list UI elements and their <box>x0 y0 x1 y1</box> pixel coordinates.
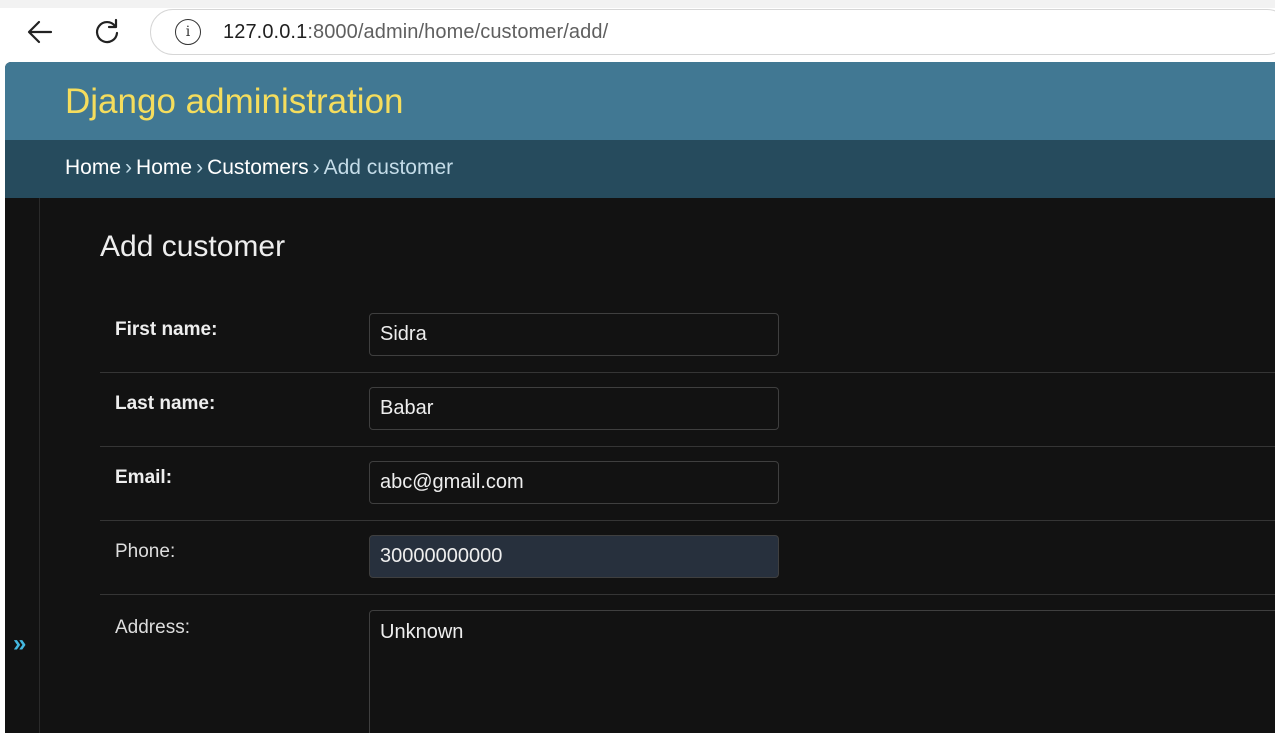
info-icon[interactable]: i <box>175 19 201 45</box>
form-row-phone: Phone: <box>100 521 1275 595</box>
address-bar[interactable]: i 127.0.0.1:8000/admin/home/customer/add… <box>150 9 1275 55</box>
breadcrumb-current: Add customer <box>323 156 454 179</box>
address-textarea[interactable]: Unknown <box>369 610 1275 733</box>
form-row-email: Email: <box>100 447 1275 521</box>
sidebar-toggle-icon[interactable]: » <box>13 630 26 658</box>
url-text[interactable]: 127.0.0.1:8000/admin/home/customer/add/ <box>223 21 608 44</box>
breadcrumb-separator: › <box>125 156 133 179</box>
reload-icon <box>95 18 119 44</box>
url-host: 127.0.0.1 <box>223 20 308 43</box>
address-label: Address: <box>115 617 190 638</box>
django-admin: Django administration Home › Home › Customer… <box>5 62 1275 733</box>
nav-sidebar: » <box>5 198 40 733</box>
form-row-last-name: Last name: <box>100 373 1275 447</box>
first-name-label: First name: <box>115 319 218 340</box>
main-content: Add customer First name: Last name: Emai… <box>100 198 1275 733</box>
admin-header: Django administration <box>5 62 1275 140</box>
breadcrumb-customers[interactable]: Customers <box>207 156 309 179</box>
reload-button[interactable] <box>89 14 125 50</box>
url-path: :8000/admin/home/customer/add/ <box>307 20 609 43</box>
breadcrumb-app-home[interactable]: Home <box>136 156 192 179</box>
phone-input[interactable] <box>369 535 779 578</box>
breadcrumb: Home › Home › Customers › Add customer <box>5 140 1275 198</box>
back-button[interactable] <box>22 14 58 50</box>
email-input[interactable] <box>369 461 779 504</box>
breadcrumb-separator: › <box>312 156 320 179</box>
phone-label: Phone: <box>115 541 176 562</box>
last-name-input[interactable] <box>369 387 779 430</box>
site-brand[interactable]: Django administration <box>65 82 404 122</box>
page-title: Add customer <box>100 230 286 263</box>
first-name-input[interactable] <box>369 313 779 356</box>
form-row-first-name: First name: <box>100 299 1275 373</box>
breadcrumb-home[interactable]: Home <box>65 156 121 179</box>
form-row-address: Address: Unknown <box>100 595 1275 733</box>
last-name-label: Last name: <box>115 393 216 414</box>
browser-toolbar: i 127.0.0.1:8000/admin/home/customer/add… <box>0 0 1275 62</box>
tab-strip-edge <box>0 0 1275 8</box>
breadcrumb-separator: › <box>196 156 204 179</box>
email-label: Email: <box>115 467 173 488</box>
arrow-left-icon <box>27 20 53 44</box>
